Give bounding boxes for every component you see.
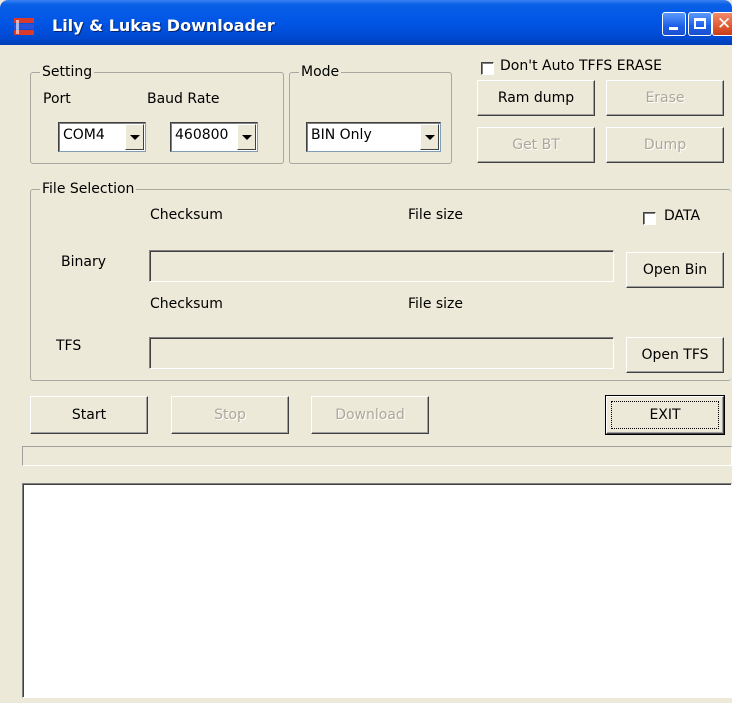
data-checkbox[interactable] [643, 212, 656, 225]
baud-rate-dropdown-button[interactable] [237, 124, 256, 150]
focus-indicator [611, 401, 719, 429]
start-button[interactable]: Start [30, 396, 148, 434]
tfs-path-field[interactable] [149, 337, 614, 369]
window-title: Lily & Lukas Downloader [52, 16, 275, 35]
baud-rate-select[interactable]: 460800 [170, 122, 258, 152]
open-tfs-button[interactable]: Open TFS [626, 337, 724, 373]
port-label: Port [43, 91, 71, 107]
dont-auto-erase-checkbox[interactable] [481, 62, 494, 75]
stop-button[interactable]: Stop [171, 396, 289, 434]
tfs-file-size-label: File size [408, 296, 464, 312]
dump-button[interactable]: Dump [606, 127, 724, 163]
mode-legend: Mode [299, 64, 342, 80]
port-select[interactable]: COM4 [58, 122, 146, 152]
chevron-down-icon [424, 134, 435, 140]
binary-checksum-label: Checksum [150, 207, 223, 223]
progress-bar [22, 446, 732, 466]
get-bt-button[interactable]: Get BT [477, 127, 595, 163]
port-select-value: COM4 [63, 127, 105, 143]
ram-dump-button[interactable]: Ram dump [477, 80, 595, 116]
mode-select[interactable]: BIN Only [306, 122, 441, 152]
setting-legend: Setting [40, 64, 95, 80]
baud-rate-label: Baud Rate [147, 91, 220, 107]
binary-file-size-label: File size [408, 207, 464, 223]
download-button[interactable]: Download [311, 396, 429, 434]
close-icon: ✕ [717, 14, 732, 34]
maximize-button[interactable] [688, 12, 712, 36]
dont-auto-erase-label: Don't Auto TFFS ERASE [500, 58, 663, 74]
minimize-icon [669, 27, 678, 30]
file-selection-legend: File Selection [40, 181, 137, 197]
binary-label: Binary [61, 254, 106, 270]
log-output[interactable] [22, 483, 732, 698]
mode-dropdown-button[interactable] [420, 124, 439, 150]
port-dropdown-button[interactable] [125, 124, 144, 150]
minimize-button[interactable] [662, 12, 686, 36]
data-checkbox-label: DATA [664, 208, 701, 224]
exit-button[interactable]: EXIT [605, 395, 725, 435]
chevron-down-icon [241, 134, 252, 140]
mode-select-value: BIN Only [311, 127, 372, 143]
app-icon [14, 18, 34, 35]
binary-path-field[interactable] [149, 250, 614, 282]
tfs-label: TFS [56, 338, 82, 354]
baud-rate-select-value: 460800 [175, 127, 229, 143]
close-button[interactable]: ✕ [712, 12, 732, 36]
erase-button[interactable]: Erase [606, 80, 724, 116]
chevron-down-icon [129, 134, 140, 140]
open-bin-button[interactable]: Open Bin [626, 252, 724, 288]
maximize-icon [694, 18, 706, 29]
tfs-checksum-label: Checksum [150, 296, 223, 312]
